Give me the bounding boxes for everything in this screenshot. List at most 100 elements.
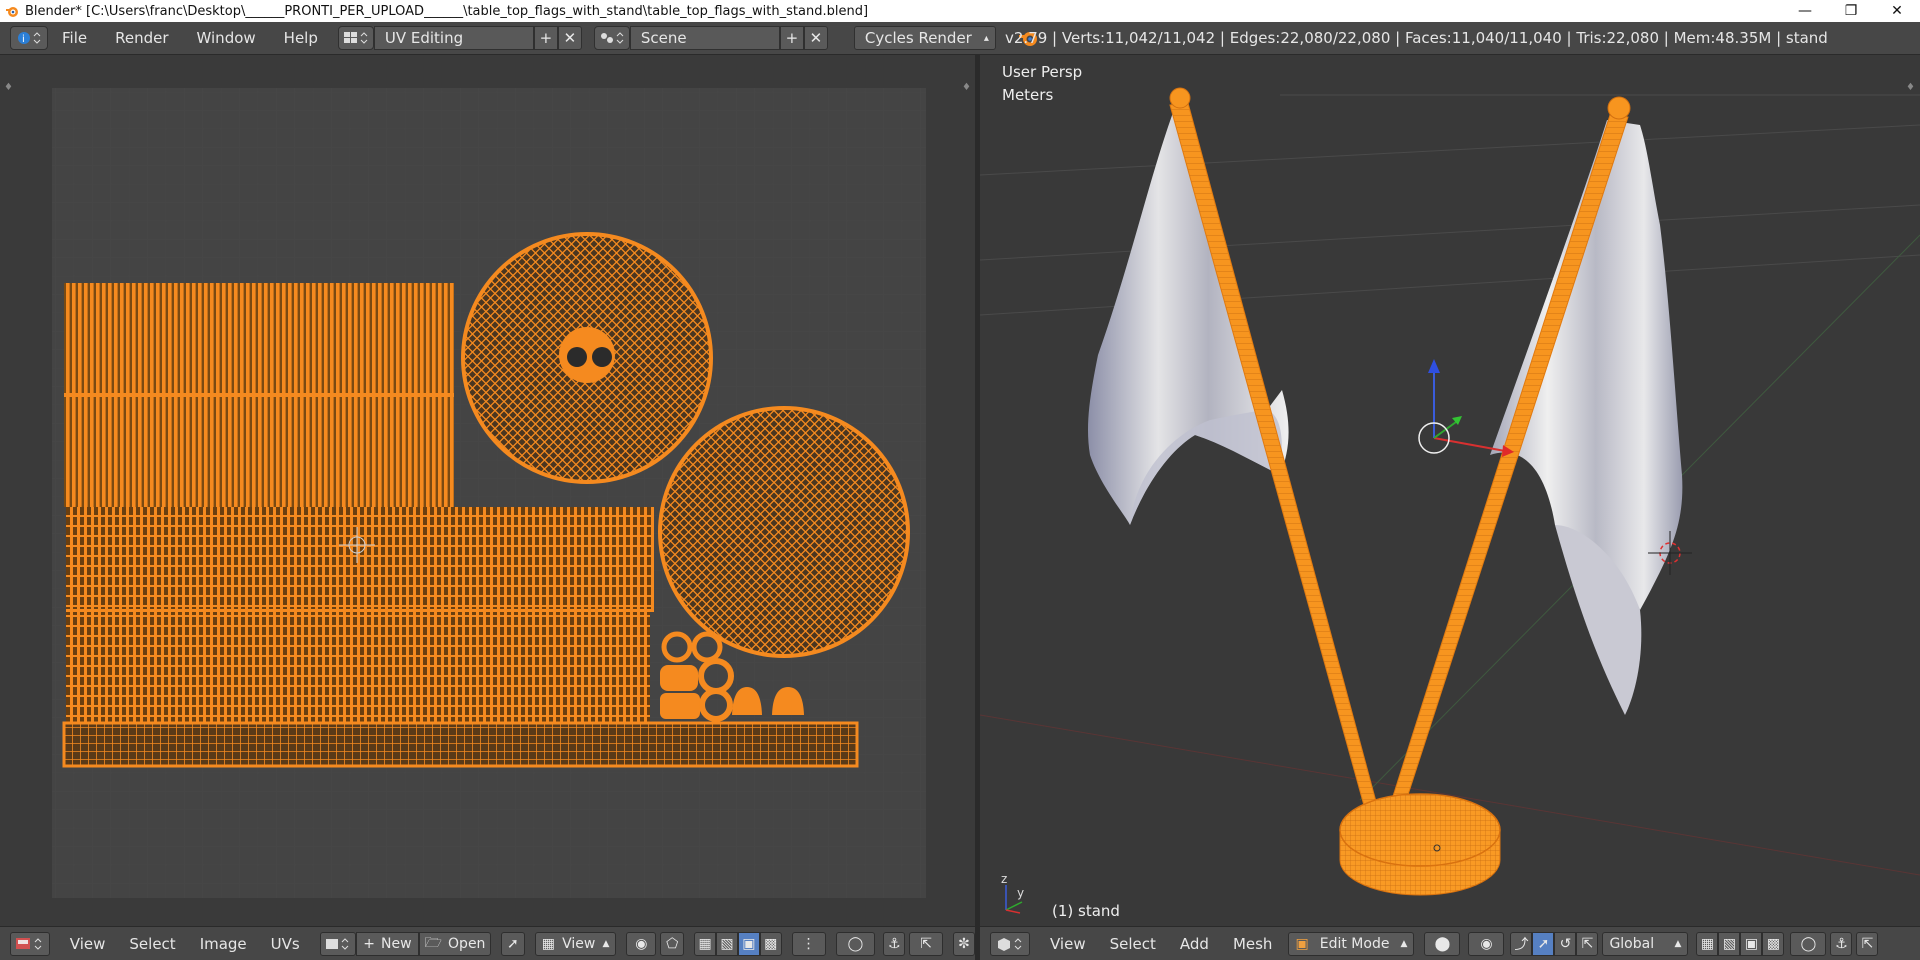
viewport-menu-view[interactable]: View [1038, 935, 1098, 953]
island-select-icon[interactable]: ▩ [759, 931, 782, 956]
manipulator-toggle-icon[interactable]: ⤴ [1510, 931, 1533, 956]
new-image-label: New [380, 935, 412, 952]
svg-text:♦: ♦ [4, 82, 13, 93]
3d-viewport[interactable]: z y ♦ User Persp Meters (1) stand [980, 55, 1920, 926]
viewport-menu-add[interactable]: Add [1168, 935, 1221, 953]
image-editor-icon [15, 937, 42, 950]
proportional-edit-icon[interactable]: ◯ [835, 931, 876, 956]
editor-type-button[interactable] [10, 931, 50, 956]
scene-field[interactable]: Scene [629, 26, 780, 50]
uv-island-base-rim [62, 721, 859, 768]
add-layout-icon[interactable]: + [533, 26, 558, 50]
uv-menu-image[interactable]: Image [188, 935, 259, 953]
viewport-menu-mesh[interactable]: Mesh [1221, 935, 1285, 953]
minimize-icon[interactable]: — [1782, 0, 1828, 22]
render-engine-label: Cycles Render [864, 29, 972, 47]
sticky-select-icon[interactable]: ⋮ [791, 931, 826, 956]
proportional-edit-icon[interactable]: ◯ [1790, 931, 1827, 956]
scene-statistics: v2.79 | Verts:11,042/11,042 | Edges:22,0… [1005, 29, 1828, 47]
restore-icon[interactable]: ❐ [1828, 0, 1874, 22]
mode-label: Edit Mode [1319, 935, 1390, 952]
view-mode-label: View [562, 935, 596, 952]
plus-icon: + [363, 935, 375, 952]
sync-selection-icon[interactable]: ⬠ [660, 931, 685, 956]
uv-editor[interactable]: ♦ ♦ [0, 55, 975, 926]
uv-island-base-top [461, 232, 713, 484]
menu-window[interactable]: Window [183, 29, 270, 47]
window-titlebar: Blender* [C:\Users\franc\Desktop\______P… [0, 0, 1920, 22]
open-image-label: Open [448, 935, 486, 952]
remove-scene-icon[interactable]: ✕ [803, 26, 828, 50]
units-label: Meters [1002, 86, 1054, 104]
uv-island-base-bottom [658, 406, 910, 658]
svg-text:i: i [22, 34, 25, 45]
blender-logo-icon [6, 7, 18, 17]
uv-editor-header: View Select Image UVs + New 🗁 Open ➚ ▦ View… [0, 926, 975, 960]
menu-render[interactable]: Render [101, 29, 182, 47]
pivot-point-icon[interactable]: ◉ [1468, 931, 1505, 956]
chevron-updown-icon: ▲ [1400, 938, 1408, 949]
pin-icon[interactable]: ➚ [500, 931, 525, 956]
layout-grid-icon [343, 32, 368, 44]
face-select-icon[interactable]: ▣ [1740, 931, 1763, 956]
orientation-label: Global [1609, 935, 1655, 952]
uv-menu-uvs[interactable]: UVs [259, 935, 312, 953]
chevron-updown-icon: ▲ [602, 938, 610, 949]
editor-type-button[interactable] [990, 931, 1030, 956]
close-icon[interactable]: ✕ [1874, 0, 1920, 22]
uv-menu-select[interactable]: Select [117, 935, 187, 953]
snap-element-icon[interactable]: ⇱ [1856, 931, 1879, 956]
mode-dropdown[interactable]: ▣ Edit Mode ▲ [1288, 931, 1415, 956]
rotate-manipulator-icon[interactable]: ↺ [1554, 931, 1577, 956]
viewport-canvas[interactable]: z y ♦ [980, 55, 1920, 926]
image-icon [325, 937, 348, 950]
screen-layout-browse-button[interactable] [337, 26, 374, 50]
flag-stand-base [1339, 793, 1501, 896]
axis-z-label: z [1001, 872, 1007, 886]
translate-manipulator-icon[interactable]: ➚ [1532, 931, 1555, 956]
viewport-menu-select[interactable]: Select [1098, 935, 1168, 953]
view-mode-dropdown[interactable]: ▦ View ▲ [534, 931, 617, 956]
uv-menu-view[interactable]: View [58, 935, 118, 953]
face-select-icon[interactable]: ▣ [737, 931, 760, 956]
new-image-button[interactable]: + New [355, 931, 420, 956]
folder-icon: 🗁 [424, 934, 443, 951]
viewport-shading-icon[interactable]: ⬤ [1424, 931, 1461, 956]
open-image-button[interactable]: 🗁 Open [419, 931, 491, 956]
info-icon: i [18, 32, 41, 45]
chevron-updown-icon: ▲ [1674, 938, 1682, 949]
edit-mode-icon: ▣ [1295, 935, 1309, 952]
render-engine-dropdown[interactable]: Cycles Render ▴ [853, 26, 996, 50]
orientation-dropdown[interactable]: Global ▲ [1602, 931, 1689, 956]
view3d-icon [998, 937, 1022, 951]
edge-select-icon[interactable]: ▧ [1718, 931, 1741, 956]
pivot-icon[interactable]: ◉ [626, 931, 657, 956]
chevron-updown-icon: ▴ [983, 32, 989, 44]
menu-file[interactable]: File [48, 29, 101, 47]
svg-text:♦: ♦ [1906, 82, 1915, 93]
snap-icon[interactable]: ⚓ [883, 931, 906, 956]
editor-type-info-button[interactable]: i [10, 26, 48, 50]
snap-icon[interactable]: ⚓ [1830, 931, 1853, 956]
snap-element-icon[interactable]: ⇱ [909, 931, 944, 956]
image-browse-button[interactable] [319, 931, 356, 956]
scale-manipulator-icon[interactable]: ⇱ [1576, 931, 1599, 956]
vertex-select-icon[interactable]: ▦ [694, 931, 717, 956]
limit-selection-icon[interactable]: ▩ [1762, 931, 1785, 956]
add-scene-icon[interactable]: + [779, 26, 804, 50]
edge-select-icon[interactable]: ▧ [716, 931, 738, 956]
menu-help[interactable]: Help [270, 29, 332, 47]
vertex-select-icon[interactable]: ▦ [1696, 931, 1719, 956]
uv-sculpt-icon[interactable]: ✼ [953, 931, 975, 956]
uv-island-cylinder-side [64, 283, 454, 507]
viewport-header: View Select Add Mesh ▣ Edit Mode ▲ ⬤ ◉ ⤴ ➚… [980, 926, 1920, 960]
screen-layout-field[interactable]: UV Editing [373, 26, 534, 50]
uv-canvas[interactable]: ♦ ♦ [0, 55, 975, 926]
svg-text:♦: ♦ [962, 82, 971, 93]
window-title: Blender* [C:\Users\franc\Desktop\______P… [25, 3, 869, 19]
uv-island-pole [66, 507, 654, 722]
scene-icon [600, 32, 624, 44]
active-object-label: (1) stand [1052, 902, 1120, 920]
scene-browse-button[interactable] [593, 26, 630, 50]
remove-layout-icon[interactable]: ✕ [557, 26, 582, 50]
